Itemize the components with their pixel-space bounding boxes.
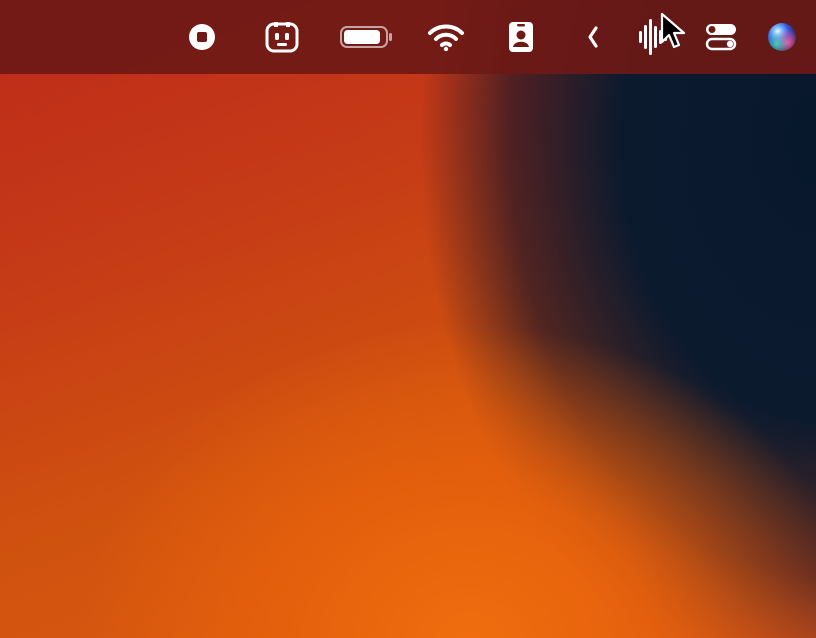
bot-menu-extra[interactable] (262, 0, 302, 74)
voice-control-status[interactable] (636, 0, 672, 74)
screen-recording-status[interactable] (184, 0, 220, 74)
desktop (0, 0, 816, 638)
contact-card-icon (508, 21, 534, 53)
siri-button[interactable] (764, 0, 800, 74)
control-center-icon (704, 22, 738, 52)
menu-bar (0, 0, 816, 74)
chevron-left-icon (585, 24, 601, 50)
battery-icon (339, 24, 393, 50)
bot-face-icon (265, 20, 299, 54)
collapse-menu-extras-button[interactable] (580, 0, 606, 74)
control-center-button[interactable] (702, 0, 740, 74)
siri-icon (766, 21, 798, 53)
battery-status[interactable] (338, 0, 394, 74)
contact-menu-extra[interactable] (506, 0, 536, 74)
audio-waveform-icon (637, 17, 671, 57)
wifi-status[interactable] (426, 0, 466, 74)
wifi-icon (427, 22, 465, 52)
record-stop-icon (188, 23, 216, 51)
desktop-wallpaper (0, 0, 816, 638)
